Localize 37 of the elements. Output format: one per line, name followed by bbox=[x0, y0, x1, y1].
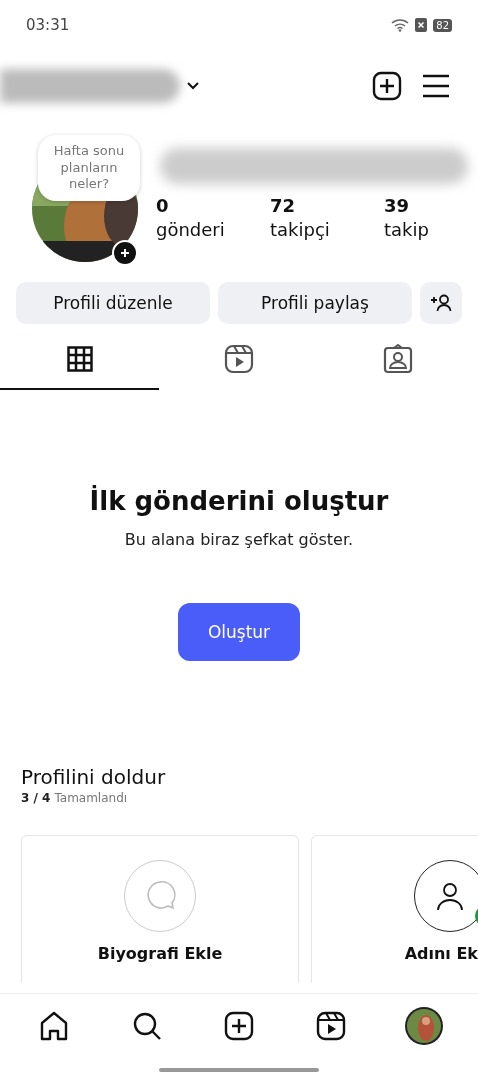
create-button[interactable]: Oluştur bbox=[178, 603, 300, 661]
chevron-down-icon[interactable] bbox=[186, 81, 200, 91]
stat-value: 72 bbox=[270, 194, 297, 218]
create-icon[interactable] bbox=[372, 71, 402, 101]
section-title: Profilini doldur bbox=[21, 765, 167, 789]
stat-label: takipçi bbox=[270, 218, 331, 242]
add-person-button[interactable] bbox=[420, 282, 462, 324]
card-title: Adını Ek bbox=[404, 944, 478, 963]
empty-subtitle: Bu alana biraz şefkat göster. bbox=[124, 530, 354, 549]
menu-icon[interactable] bbox=[422, 74, 450, 98]
profile-button[interactable]: Profili paylaş bbox=[218, 282, 412, 324]
empty-title: İlk gönderini oluştur bbox=[89, 486, 389, 516]
reels-icon bbox=[224, 344, 254, 374]
no-sim-icon bbox=[415, 18, 428, 32]
home-icon[interactable] bbox=[39, 1011, 70, 1041]
profile-button[interactable]: Profili düzenle bbox=[16, 282, 210, 324]
profile-card[interactable]: Biyografi Ekle bbox=[21, 835, 299, 983]
add-person-icon bbox=[430, 294, 452, 312]
battery-level: 82 bbox=[433, 18, 452, 32]
reels-icon[interactable] bbox=[316, 1011, 347, 1041]
stat-label: gönderi bbox=[156, 218, 226, 242]
search-icon[interactable] bbox=[131, 1011, 162, 1041]
status-time: 03:31 bbox=[26, 16, 70, 34]
wifi-icon bbox=[391, 18, 410, 32]
stat-value: 0 bbox=[156, 194, 170, 218]
progress-label: Tamamlandı bbox=[54, 791, 128, 805]
grid-icon bbox=[66, 346, 93, 372]
story-note[interactable]: Hafta sonu planların neler? bbox=[38, 135, 140, 201]
add-story-button[interactable] bbox=[112, 240, 138, 266]
tagged-person-icon bbox=[383, 344, 414, 374]
progress-count: 3 / 4 bbox=[21, 791, 51, 805]
plus-icon bbox=[120, 248, 130, 258]
create-icon[interactable] bbox=[223, 1011, 254, 1041]
card-title: Biyografi Ekle bbox=[97, 944, 223, 963]
stat-label: takip bbox=[384, 218, 430, 242]
stat-value: 39 bbox=[384, 194, 411, 218]
profile-card[interactable]: Adını Ek bbox=[311, 835, 478, 983]
